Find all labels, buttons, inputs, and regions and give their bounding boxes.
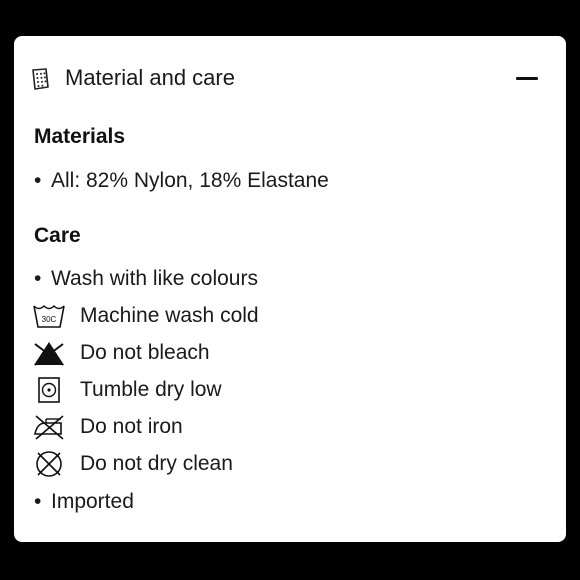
care-instruction-label: Do not bleach xyxy=(80,341,210,364)
materials-heading: Materials xyxy=(34,125,126,148)
care-bullet-text: Wash with like colours xyxy=(51,267,258,290)
tumble-dry-low-icon xyxy=(38,377,60,403)
care-instruction-iron: Do not iron xyxy=(32,412,432,442)
care-instruction-dryclean: Do not dry clean xyxy=(32,449,432,479)
do-not-dry-clean-icon xyxy=(36,451,62,477)
accordion-header[interactable]: Material and care xyxy=(14,36,566,124)
materials-item-text: All: 82% Nylon, 18% Elastane xyxy=(51,169,329,192)
materials-item: • All: 82% Nylon, 18% Elastane xyxy=(34,168,329,194)
bullet: • xyxy=(34,169,42,192)
bullet: • xyxy=(34,267,42,290)
care-instruction-bleach: Do not bleach xyxy=(32,338,432,368)
bottom-letterbox xyxy=(0,543,580,580)
do-not-bleach-icon xyxy=(34,342,64,366)
care-heading: Care xyxy=(34,224,81,247)
accordion-title: Material and care xyxy=(65,65,235,90)
top-letterbox xyxy=(0,0,580,36)
care-bullet-wash: • Wash with like colours xyxy=(34,266,258,292)
wash-temp-text: 30C xyxy=(42,315,57,324)
minus-icon xyxy=(516,77,538,80)
care-instruction-label: Machine wash cold xyxy=(80,304,259,327)
do-not-iron-icon xyxy=(34,415,64,440)
collapse-button[interactable] xyxy=(512,68,542,88)
material-care-panel: Material and care Materials • All: 82% Ny… xyxy=(14,36,566,542)
fabric-swatch-icon xyxy=(32,68,49,90)
care-bullet-text: Imported xyxy=(51,490,134,513)
bullet: • xyxy=(34,490,42,513)
care-instruction-label: Do not dry clean xyxy=(80,452,233,475)
machine-wash-30c-icon: 30C xyxy=(33,305,65,328)
care-instruction-label: Do not iron xyxy=(80,415,183,438)
care-bullet-imported: • Imported xyxy=(34,489,134,515)
care-instruction-label: Tumble dry low xyxy=(80,378,222,401)
care-instruction-wash: 30C Machine wash cold xyxy=(32,301,432,331)
care-instruction-dry: Tumble dry low xyxy=(32,375,432,405)
